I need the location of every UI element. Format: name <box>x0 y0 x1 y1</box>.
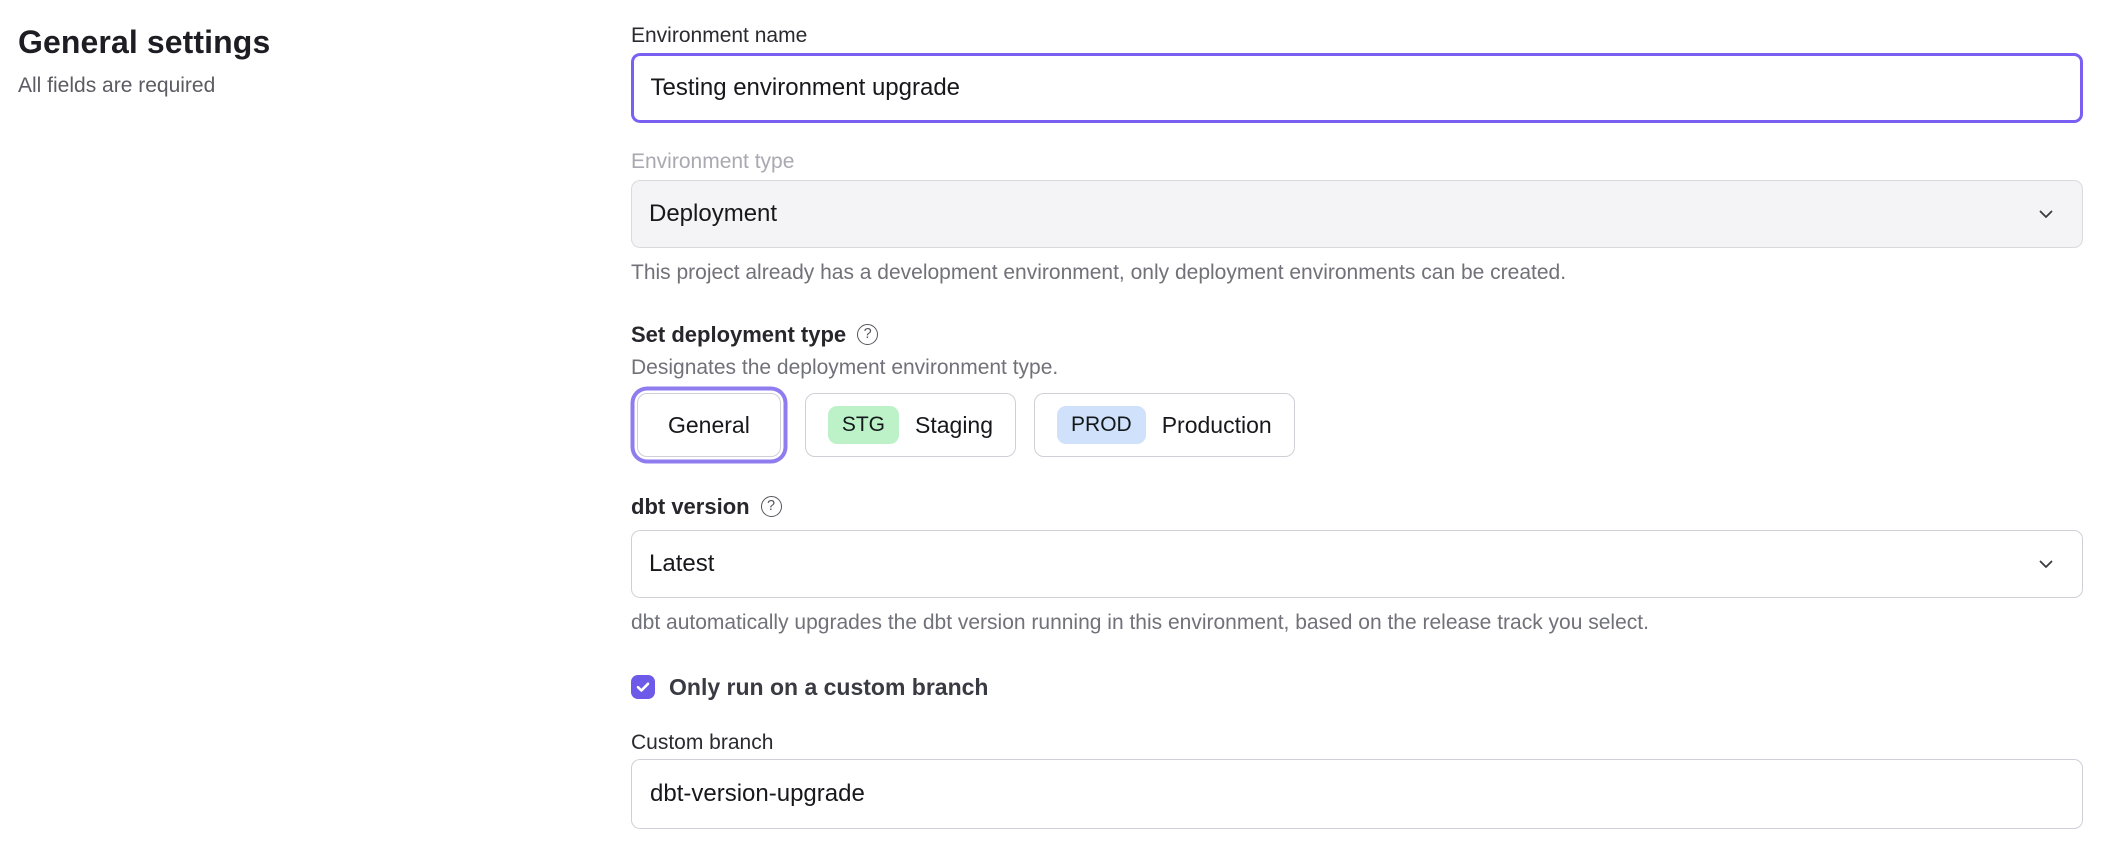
custom-branch-checkbox-row: Only run on a custom branch <box>631 675 2083 699</box>
custom-branch-label: Custom branch <box>631 732 2083 754</box>
chevron-down-icon <box>2036 554 2056 574</box>
custom-branch-input[interactable] <box>631 759 2083 829</box>
staging-badge: STG <box>828 406 899 444</box>
environment-type-helper: This project already has a development e… <box>631 262 2083 284</box>
environment-settings-page: General settings All fields are required… <box>0 0 2116 864</box>
staging-button-label: Staging <box>915 412 993 439</box>
dbt-version-helper: dbt automatically upgrades the dbt versi… <box>631 612 2083 634</box>
deployment-type-options: General STG Staging PROD Production <box>631 392 2083 458</box>
deployment-type-helper: Designates the deployment environment ty… <box>631 357 2083 379</box>
chevron-down-icon <box>2036 204 2056 224</box>
checkmark-icon <box>635 679 651 695</box>
production-button-label: Production <box>1162 412 1272 439</box>
dbt-version-value: Latest <box>649 550 714 578</box>
general-button-label: General <box>668 412 750 439</box>
page-title: General settings <box>18 24 578 60</box>
environment-name-input[interactable] <box>631 53 2083 123</box>
dbt-version-label: dbt version ? <box>631 495 2083 518</box>
environment-type-value: Deployment <box>649 200 777 228</box>
deployment-type-help-icon[interactable]: ? <box>857 324 878 345</box>
environment-settings-form: Environment name Environment type Deploy… <box>631 0 2083 829</box>
page-subtitle: All fields are required <box>18 74 578 98</box>
dbt-version-select[interactable]: Latest <box>631 530 2083 598</box>
custom-branch-checkbox[interactable] <box>631 675 655 699</box>
deployment-type-staging-button[interactable]: STG Staging <box>805 393 1016 457</box>
deployment-type-general-button[interactable]: General <box>637 393 781 457</box>
deployment-type-label: Set deployment type ? <box>631 323 2083 346</box>
deployment-type-production-button[interactable]: PROD Production <box>1034 393 1295 457</box>
environment-type-select[interactable]: Deployment <box>631 180 2083 248</box>
settings-intro: General settings All fields are required <box>18 24 578 98</box>
production-badge: PROD <box>1057 406 1146 444</box>
dbt-version-help-icon[interactable]: ? <box>761 496 782 517</box>
environment-type-label: Environment type <box>631 151 2083 173</box>
custom-branch-checkbox-label[interactable]: Only run on a custom branch <box>669 674 988 701</box>
environment-name-label: Environment name <box>631 25 2083 47</box>
